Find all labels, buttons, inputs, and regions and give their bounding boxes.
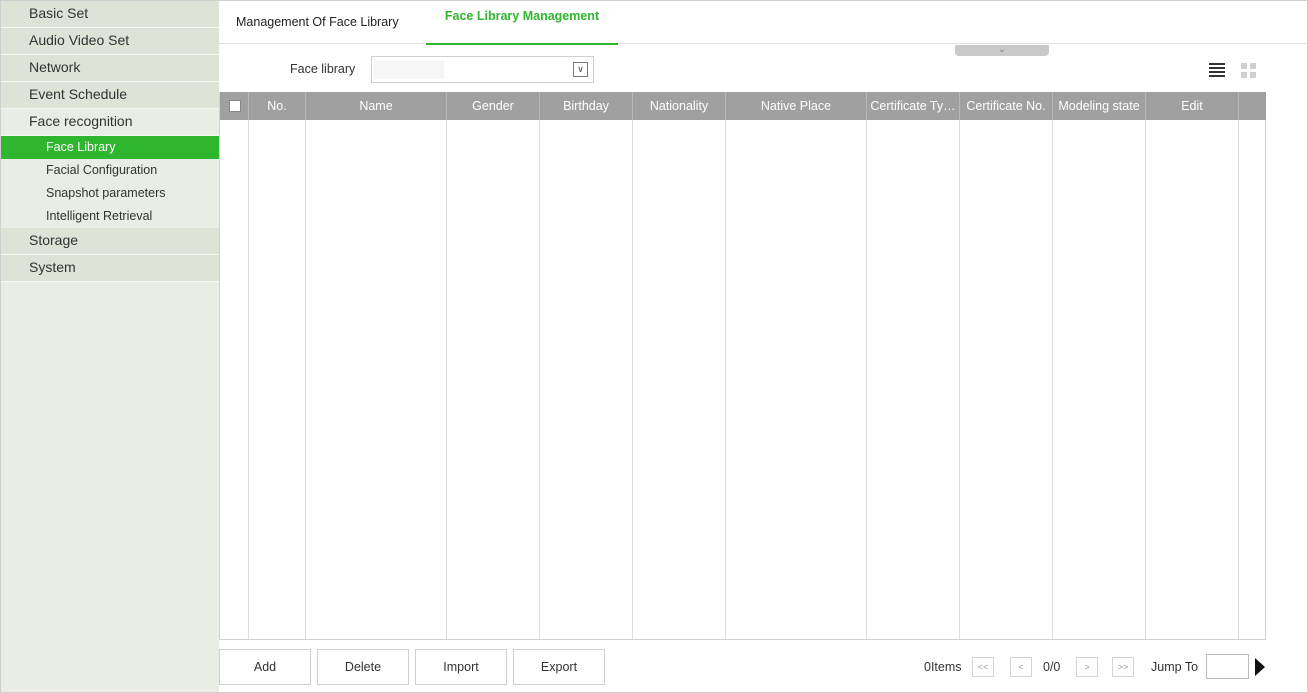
col-header-edit[interactable]: Edit <box>1146 92 1238 120</box>
sidebar-item-intelligent-retrieval[interactable]: Intelligent Retrieval <box>1 205 219 228</box>
prev-page-button[interactable]: < <box>1010 657 1032 677</box>
sidebar-item-face-library[interactable]: Face Library <box>1 136 219 159</box>
col-header-certificate-no[interactable]: Certificate No. <box>960 92 1052 120</box>
sidebar-item-snapshot-parameters[interactable]: Snapshot parameters <box>1 182 219 205</box>
col-header-native-place[interactable]: Native Place <box>726 92 866 120</box>
face-library-value <box>374 60 444 79</box>
add-button[interactable]: Add <box>219 649 311 685</box>
jump-to-input[interactable] <box>1206 654 1249 679</box>
sidebar-audio-video-set[interactable]: Audio Video Set <box>1 28 219 55</box>
last-page-button[interactable]: >> <box>1112 657 1134 677</box>
table-header: No. Name Gender Birthday Nationality Nat… <box>220 92 1266 120</box>
list-view-icon[interactable] <box>1209 63 1225 77</box>
page-indicator: 0/0 <box>1043 660 1061 674</box>
sidebar-event-schedule[interactable]: Event Schedule <box>1 82 219 109</box>
delete-button[interactable]: Delete <box>317 649 409 685</box>
sidebar-network[interactable]: Network <box>1 55 219 82</box>
sidebar-face-recognition[interactable]: Face recognition <box>1 109 219 136</box>
col-header-no[interactable]: No. <box>249 92 305 120</box>
col-header-gender[interactable]: Gender <box>447 92 539 120</box>
col-header-nationality[interactable]: Nationality <box>633 92 725 120</box>
tab-management-of-face-library[interactable]: Management Of Face Library <box>236 1 399 44</box>
items-count: 0Items <box>924 660 962 674</box>
col-header-modeling-state[interactable]: Modeling state <box>1053 92 1145 120</box>
sidebar-basic-set[interactable]: Basic Set <box>1 1 219 28</box>
tab-face-library-management[interactable]: Face Library Management <box>426 1 618 45</box>
col-header-birthday[interactable]: Birthday <box>540 92 632 120</box>
face-library-label: Face library <box>290 62 356 76</box>
first-page-button[interactable]: << <box>972 657 994 677</box>
jump-to-label: Jump To <box>1151 660 1199 674</box>
grid-view-icon[interactable] <box>1241 63 1257 79</box>
go-arrow-icon[interactable] <box>1255 658 1265 676</box>
import-button[interactable]: Import <box>415 649 507 685</box>
col-header-certificate-type[interactable]: Certificate Ty… <box>867 92 959 120</box>
face-library-select[interactable]: ∨ <box>371 56 594 83</box>
chevron-down-icon[interactable]: ∨ <box>573 62 588 77</box>
export-button[interactable]: Export <box>513 649 605 685</box>
sidebar-storage[interactable]: Storage <box>1 228 219 255</box>
sidebar: Basic Set Audio Video Set Network Event … <box>1 1 219 692</box>
face-recognition-submenu: Face Library Facial Configuration Snapsh… <box>1 136 219 228</box>
main-panel: Management Of Face Library Face Library … <box>219 1 1307 692</box>
next-page-button[interactable]: > <box>1076 657 1098 677</box>
collapse-handle[interactable]: ⌄ <box>955 45 1049 56</box>
sidebar-system[interactable]: System <box>1 255 219 282</box>
sidebar-item-facial-configuration[interactable]: Facial Configuration <box>1 159 219 182</box>
face-library-table: No. Name Gender Birthday Nationality Nat… <box>219 92 1266 640</box>
col-header-name[interactable]: Name <box>306 92 446 120</box>
select-all-checkbox[interactable] <box>229 100 241 112</box>
tab-bar: Management Of Face Library Face Library … <box>219 1 1307 45</box>
